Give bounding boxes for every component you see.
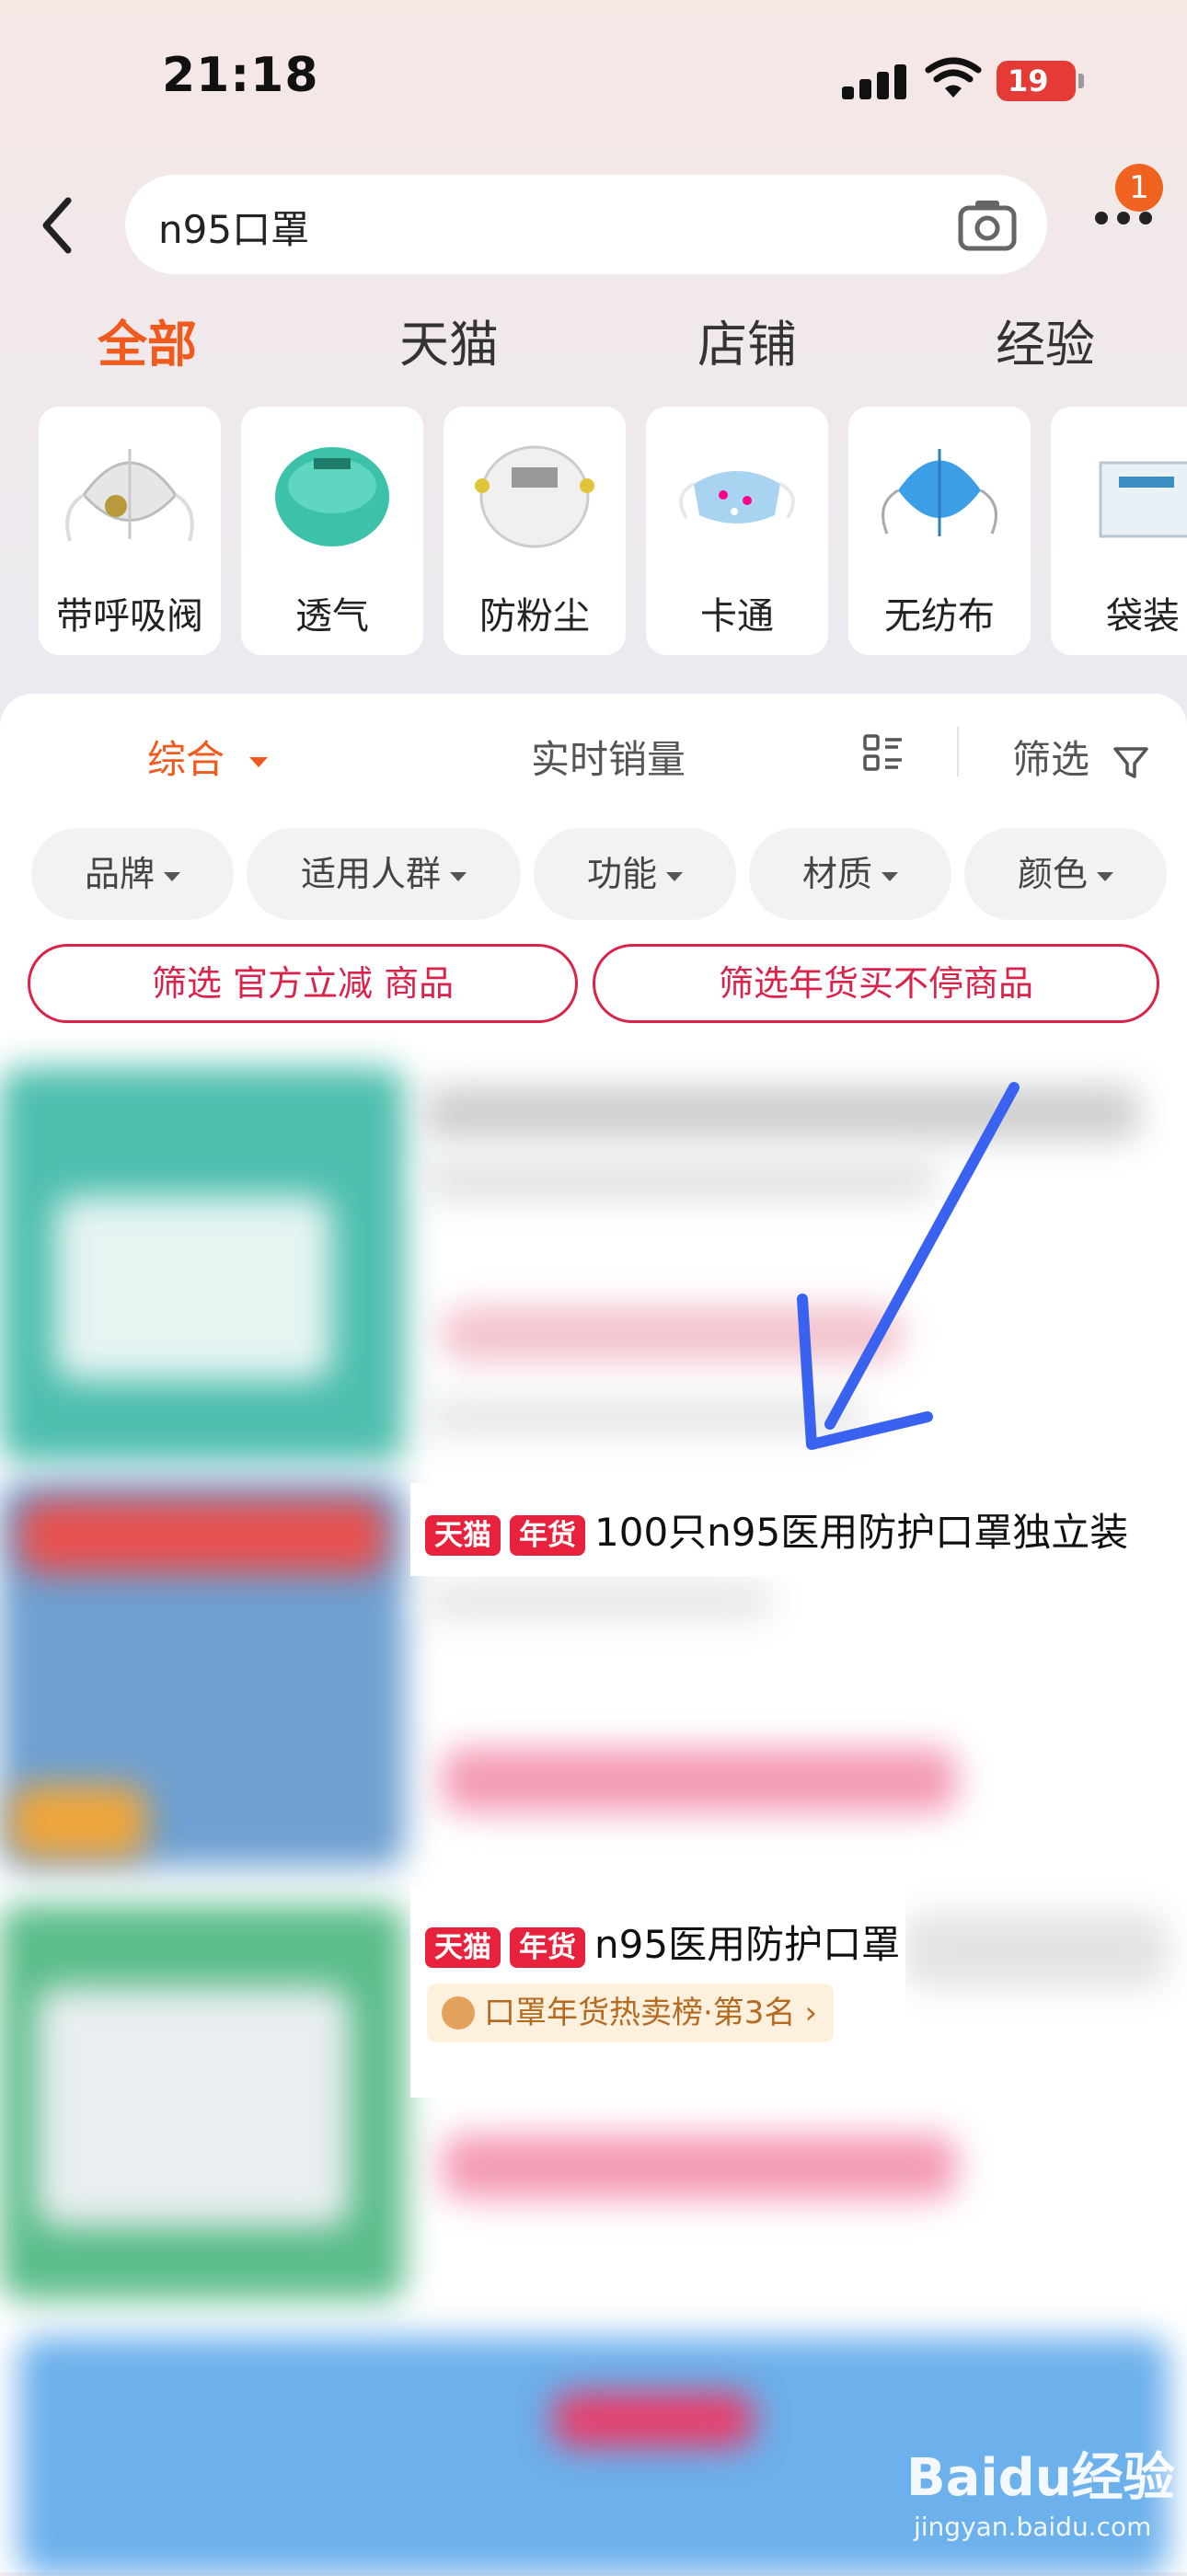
chip-label: 适用人群 <box>300 854 441 894</box>
blurred-price <box>442 1748 957 1812</box>
chip-label: 颜色 <box>1017 854 1088 894</box>
tab-tmall[interactable]: 天猫 <box>399 304 499 376</box>
product-title-text: 100只n95医用防护口罩独立装 <box>594 1510 1129 1555</box>
watermark-url: jingyan.baidu.com <box>914 2512 1152 2542</box>
category-label: 透气 <box>295 595 369 638</box>
blurred-text <box>902 1914 1169 1987</box>
blurred-price <box>442 1306 902 1362</box>
funnel-icon <box>1113 746 1149 778</box>
chip-label: 品牌 <box>84 854 155 894</box>
chip-label: 功能 <box>586 854 657 894</box>
category-label: 无纺布 <box>884 595 995 638</box>
mask-cartoon-image <box>679 471 795 523</box>
mask-valve-image <box>65 449 194 542</box>
filter-button[interactable]: 筛选 <box>1012 729 1149 785</box>
mask-nonwoven-image <box>882 449 997 536</box>
category-label: 袋装 <box>1106 595 1180 638</box>
caret-down-icon <box>249 757 269 767</box>
tag-new-year: 年货 <box>510 1926 585 1968</box>
sort-composite-label: 综合 <box>147 737 225 782</box>
back-arrow-icon[interactable] <box>35 193 81 258</box>
chip-color[interactable]: 颜色 <box>964 828 1167 920</box>
layout-list-icon[interactable] <box>863 732 904 773</box>
tag-tmall: 天猫 <box>425 1926 501 1968</box>
chevron-down-icon <box>882 871 898 881</box>
tab-stores[interactable]: 店铺 <box>697 304 797 376</box>
blurred-text <box>423 1398 865 1435</box>
watermark-logo: Baidu经验 <box>906 2448 1175 2508</box>
tag-new-year: 年货 <box>510 1514 585 1556</box>
ranking-label: 口罩年货热卖榜·第3名 <box>484 1995 796 2031</box>
blurred-price <box>442 2134 957 2199</box>
tag-tmall: 天猫 <box>425 1514 501 1556</box>
product-title-text: n95医用防护口罩 <box>594 1922 901 1967</box>
more-icon[interactable] <box>1095 212 1154 230</box>
camera-icon[interactable] <box>957 197 1018 252</box>
tab-experience[interactable]: 经验 <box>996 304 1095 376</box>
category-card[interactable]: 卡通 <box>646 407 828 655</box>
chip-label: 材质 <box>801 854 872 894</box>
filter-label: 筛选 <box>1012 737 1090 782</box>
battery-indicator: 19 <box>997 61 1084 101</box>
product-image-detail <box>18 1500 386 1573</box>
medal-icon <box>442 1996 475 2030</box>
blurred-text <box>423 1159 939 1200</box>
sort-realtime-sales[interactable]: 实时销量 <box>531 729 686 785</box>
mask-teal-image <box>275 447 389 546</box>
category-card[interactable]: 袋装 <box>1051 407 1187 655</box>
blurred-text <box>423 1086 1141 1141</box>
category-label: 带呼吸阀 <box>56 595 203 638</box>
category-card[interactable]: 无纺布 <box>848 407 1031 655</box>
chip-brand[interactable]: 品牌 <box>31 828 234 920</box>
promo-new-year-button[interactable]: 筛选年货买不停商品 <box>593 944 1159 1023</box>
search-input[interactable]: n95口罩 <box>125 175 1047 274</box>
mask-dust-image <box>475 445 594 548</box>
cellular-signal-icon <box>842 64 908 99</box>
category-label: 卡通 <box>700 595 774 638</box>
chip-material[interactable]: 材质 <box>749 828 951 920</box>
category-card[interactable]: 带呼吸阀 <box>39 407 221 655</box>
chevron-down-icon <box>164 871 180 881</box>
battery-level: 19 <box>1008 63 1049 98</box>
ranking-badge[interactable]: 口罩年货热卖榜·第3名 › <box>427 1984 835 2042</box>
chevron-down-icon <box>1097 871 1113 881</box>
category-card[interactable]: 防粉尘 <box>444 407 626 655</box>
chevron-right-icon: › <box>804 1995 818 2031</box>
mask-package-image <box>1099 461 1187 538</box>
product-title-1[interactable]: 天猫 年货 100只n95医用防护口罩独立装 <box>410 1483 1163 1576</box>
tab-all[interactable]: 全部 <box>98 304 197 376</box>
product-image-detail <box>37 1987 350 2226</box>
sort-composite[interactable]: 综合 <box>147 729 269 785</box>
product-image-detail <box>9 1785 147 1858</box>
search-query: n95口罩 <box>158 207 310 252</box>
status-time: 21:18 <box>162 48 319 103</box>
category-card[interactable]: 透气 <box>241 407 423 655</box>
product-image-detail <box>55 1196 331 1380</box>
promo-official-discount-button[interactable]: 筛选 官方立减 商品 <box>28 944 578 1023</box>
sort-divider <box>957 727 959 776</box>
chip-audience[interactable]: 适用人群 <box>247 828 521 920</box>
chevron-down-icon <box>450 871 467 881</box>
chip-function[interactable]: 功能 <box>534 828 736 920</box>
banner-detail <box>552 2392 755 2447</box>
wifi-icon <box>925 57 982 98</box>
notification-badge: 1 <box>1115 164 1163 212</box>
category-label: 防粉尘 <box>479 595 590 638</box>
chevron-down-icon <box>666 871 683 881</box>
blurred-text <box>423 1582 773 1619</box>
